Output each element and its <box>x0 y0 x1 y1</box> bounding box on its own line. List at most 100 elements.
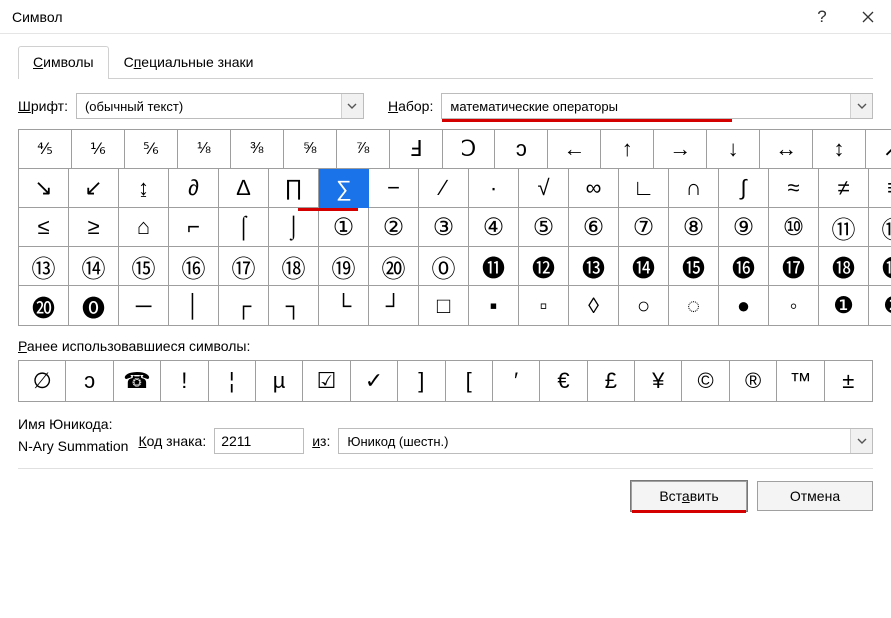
symbol-cell[interactable]: ⌡ <box>269 208 319 247</box>
symbol-cell[interactable]: ⅚ <box>125 130 178 169</box>
symbol-cell[interactable]: ≥ <box>69 208 119 247</box>
symbol-cell[interactable]: ⓴ <box>19 286 69 325</box>
symbol-cell[interactable]: ⑳ <box>369 247 419 286</box>
recent-symbol-cell[interactable]: ] <box>398 361 445 401</box>
symbol-cell[interactable]: ⅜ <box>231 130 284 169</box>
symbol-cell[interactable]: Ↄ <box>443 130 496 169</box>
symbol-cell[interactable]: ← <box>548 130 601 169</box>
symbol-cell[interactable]: Ⅎ <box>390 130 443 169</box>
symbol-cell[interactable]: ↙ <box>69 169 119 208</box>
symbol-cell[interactable]: ⑮ <box>119 247 169 286</box>
symbol-cell[interactable]: ↔ <box>760 130 813 169</box>
symbol-cell[interactable]: ⑪ <box>819 208 869 247</box>
symbol-cell[interactable]: ┌ <box>219 286 269 325</box>
symbol-cell[interactable]: ① <box>319 208 369 247</box>
symbol-cell[interactable]: ⓲ <box>819 247 869 286</box>
symbol-cell[interactable]: ⓫ <box>469 247 519 286</box>
symbol-cell[interactable]: ≈ <box>769 169 819 208</box>
recent-symbol-cell[interactable]: ɔ <box>66 361 113 401</box>
symbol-cell[interactable]: ③ <box>419 208 469 247</box>
recent-symbol-cell[interactable]: ¦ <box>209 361 256 401</box>
symbol-cell[interactable]: □ <box>419 286 469 325</box>
symbol-cell[interactable]: ⑧ <box>669 208 719 247</box>
symbol-cell[interactable]: ⑯ <box>169 247 219 286</box>
symbol-cell[interactable]: ⑬ <box>19 247 69 286</box>
symbol-cell[interactable]: ⓮ <box>619 247 669 286</box>
symbol-cell[interactable]: ∑ <box>319 169 369 208</box>
recent-symbol-cell[interactable]: ! <box>161 361 208 401</box>
symbol-cell[interactable]: ⅞ <box>337 130 390 169</box>
recent-symbol-cell[interactable]: ¥ <box>635 361 682 401</box>
symbol-cell[interactable]: ⌐ <box>169 208 219 247</box>
recent-symbol-cell[interactable]: € <box>540 361 587 401</box>
recent-symbol-cell[interactable]: µ <box>256 361 303 401</box>
recent-symbol-cell[interactable]: ☑ <box>303 361 350 401</box>
recent-symbol-cell[interactable]: ✓ <box>351 361 398 401</box>
symbol-cell[interactable]: ⓯ <box>669 247 719 286</box>
symbol-cell[interactable]: ◌ <box>669 286 719 325</box>
code-input[interactable] <box>214 428 304 454</box>
symbol-cell[interactable]: ∙ <box>469 169 519 208</box>
symbol-cell[interactable]: ❶ <box>819 286 869 325</box>
symbol-cell[interactable]: ⑰ <box>219 247 269 286</box>
symbol-cell[interactable]: ⑱ <box>269 247 319 286</box>
symbol-cell[interactable]: ▫ <box>519 286 569 325</box>
symbol-cell[interactable]: ● <box>719 286 769 325</box>
font-select[interactable]: (обычный текст) <box>76 93 364 119</box>
symbol-cell[interactable]: ⓪ <box>419 247 469 286</box>
symbol-cell[interactable]: │ <box>169 286 219 325</box>
symbol-cell[interactable]: ∆ <box>219 169 269 208</box>
symbol-cell[interactable]: ⓿ <box>69 286 119 325</box>
symbol-cell[interactable]: ↕ <box>813 130 866 169</box>
symbol-cell[interactable]: ∩ <box>669 169 719 208</box>
symbol-cell[interactable]: ⓰ <box>719 247 769 286</box>
recent-symbol-cell[interactable]: ☎ <box>114 361 161 401</box>
recent-symbol-cell[interactable]: ∅ <box>19 361 66 401</box>
symbol-cell[interactable]: ⅝ <box>284 130 337 169</box>
symbol-cell[interactable]: ↘ <box>19 169 69 208</box>
symbol-cell[interactable]: ⑩ <box>769 208 819 247</box>
recent-symbol-cell[interactable]: ′ <box>493 361 540 401</box>
from-select[interactable]: Юникод (шестн.) <box>338 428 873 454</box>
symbol-cell[interactable]: ↓ <box>707 130 760 169</box>
recent-symbol-cell[interactable]: ™ <box>777 361 824 401</box>
symbol-cell[interactable]: → <box>654 130 707 169</box>
symbol-cell[interactable]: ◦ <box>769 286 819 325</box>
cancel-button[interactable]: Отмена <box>757 481 873 511</box>
symbol-cell[interactable]: ↄ <box>495 130 548 169</box>
symbol-cell[interactable]: √ <box>519 169 569 208</box>
symbol-cell[interactable]: − <box>369 169 419 208</box>
symbol-cell[interactable]: ▪ <box>469 286 519 325</box>
symbol-cell[interactable]: ⑦ <box>619 208 669 247</box>
recent-symbol-cell[interactable]: ± <box>825 361 872 401</box>
symbol-cell[interactable]: ⑫ <box>869 208 891 247</box>
symbol-cell[interactable]: ≠ <box>819 169 869 208</box>
symbol-cell[interactable]: ↑ <box>601 130 654 169</box>
symbol-cell[interactable]: ⌂ <box>119 208 169 247</box>
symbol-cell[interactable]: ─ <box>119 286 169 325</box>
symbol-cell[interactable]: ↨ <box>119 169 169 208</box>
symbol-cell[interactable]: ⑤ <box>519 208 569 247</box>
symbol-cell[interactable]: ∞ <box>569 169 619 208</box>
symbol-cell[interactable]: ∟ <box>619 169 669 208</box>
symbol-cell[interactable]: ⑥ <box>569 208 619 247</box>
symbol-cell[interactable]: ② <box>369 208 419 247</box>
symbol-cell[interactable]: ⅛ <box>178 130 231 169</box>
symbol-cell[interactable]: ↗ <box>866 130 891 169</box>
recent-symbol-cell[interactable]: © <box>682 361 729 401</box>
symbol-cell[interactable]: ⑨ <box>719 208 769 247</box>
tab-symbols[interactable]: Символы <box>18 46 109 79</box>
symbol-cell[interactable]: ④ <box>469 208 519 247</box>
symbol-cell[interactable]: ≡ <box>869 169 891 208</box>
symbol-cell[interactable]: ┘ <box>369 286 419 325</box>
symbol-cell[interactable]: ⑲ <box>319 247 369 286</box>
symbol-cell[interactable]: ⓱ <box>769 247 819 286</box>
close-button[interactable] <box>845 0 891 34</box>
symbol-cell[interactable]: ⅘ <box>19 130 72 169</box>
symbol-cell[interactable]: ⓬ <box>519 247 569 286</box>
symbol-cell[interactable]: ◊ <box>569 286 619 325</box>
recent-symbol-cell[interactable]: [ <box>446 361 493 401</box>
symbol-cell[interactable]: ∂ <box>169 169 219 208</box>
recent-symbol-cell[interactable]: £ <box>588 361 635 401</box>
symbol-cell[interactable]: ⌠ <box>219 208 269 247</box>
